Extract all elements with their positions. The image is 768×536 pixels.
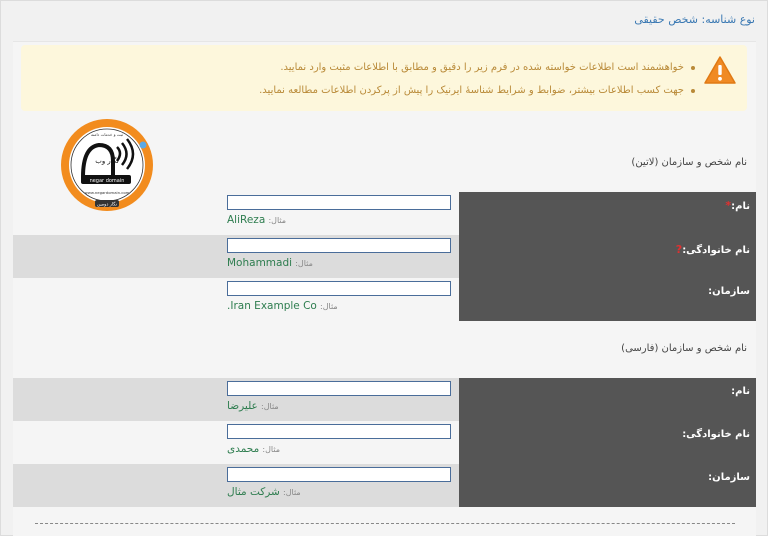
organization-latin-input[interactable] bbox=[227, 281, 451, 296]
logo-sub-text: negar domain bbox=[90, 178, 125, 184]
notice-item: جهت کسب اطلاعات بیشتر، ضوابط و شرایط شنا… bbox=[259, 79, 695, 102]
form-row-last-name-farsi: نام خانوادگی: مثال: محمدی bbox=[13, 421, 756, 464]
example-hint: مثال: شرکت مثال bbox=[227, 486, 301, 498]
label-cell: سازمان: bbox=[459, 278, 756, 321]
example-hint: مثال: علیرضا bbox=[227, 400, 279, 412]
form-row-last-name-latin: نام خانوادگی:? مثال: Mohammadi bbox=[13, 235, 756, 278]
form-row-first-name-farsi: نام: مثال: علیرضا bbox=[13, 378, 756, 421]
label-cell: نام:* bbox=[459, 192, 756, 235]
first-name-farsi-input[interactable] bbox=[227, 381, 451, 396]
example-hint: مثال: AliReza bbox=[227, 214, 287, 226]
warning-icon bbox=[704, 56, 736, 84]
organization-farsi-input[interactable] bbox=[227, 467, 451, 482]
form-row-organization-farsi: سازمان: مثال: شرکت مثال bbox=[13, 464, 756, 507]
label-cell: نام: bbox=[459, 378, 756, 421]
last-name-latin-input[interactable] bbox=[227, 238, 451, 253]
section-title-latin: نام شخص و سازمان (لاتین) bbox=[631, 157, 747, 168]
section-title-farsi: نام شخص و سازمان (فارسی) bbox=[621, 343, 747, 354]
label-cell: نام خانوادگی: bbox=[459, 421, 756, 464]
example-hint: مثال: Mohammadi bbox=[227, 257, 313, 269]
notice-box: خواهشمند است اطلاعات خواسته شده در فرم ز… bbox=[21, 45, 747, 111]
last-name-farsi-input[interactable] bbox=[227, 424, 451, 439]
notice-item: خواهشمند است اطلاعات خواسته شده در فرم ز… bbox=[259, 56, 695, 79]
logo-top-text: ثبت و خدمات دامنه bbox=[91, 132, 123, 137]
logo-main-text: نگار وب bbox=[95, 156, 119, 165]
field-label: سازمان: bbox=[708, 472, 750, 483]
field-label: نام: bbox=[731, 386, 750, 397]
page: نوع شناسه: شخص حقیقی خواهشمند است اطلاعا… bbox=[0, 0, 768, 536]
field-label: نام:* bbox=[725, 199, 750, 212]
field-label: سازمان: bbox=[708, 286, 750, 297]
example-hint: مثال: محمدی bbox=[227, 443, 281, 455]
form-row-organization-latin: سازمان: مثال: Iran Example Co. bbox=[13, 278, 756, 321]
notice-list: خواهشمند است اطلاعات خواسته شده در فرم ز… bbox=[259, 56, 695, 102]
page-title: نوع شناسه: شخص حقیقی bbox=[634, 13, 755, 26]
form-row-first-name-latin: نام:* مثال: AliReza bbox=[13, 192, 756, 235]
label-cell: نام خانوادگی:? bbox=[459, 235, 756, 278]
field-label: نام خانوادگی: bbox=[682, 429, 750, 440]
section-divider bbox=[35, 523, 735, 524]
first-name-latin-input[interactable] bbox=[227, 195, 451, 210]
label-cell: سازمان: bbox=[459, 464, 756, 507]
field-label: نام خانوادگی:? bbox=[675, 243, 750, 256]
example-hint: مثال: Iran Example Co. bbox=[227, 300, 338, 312]
